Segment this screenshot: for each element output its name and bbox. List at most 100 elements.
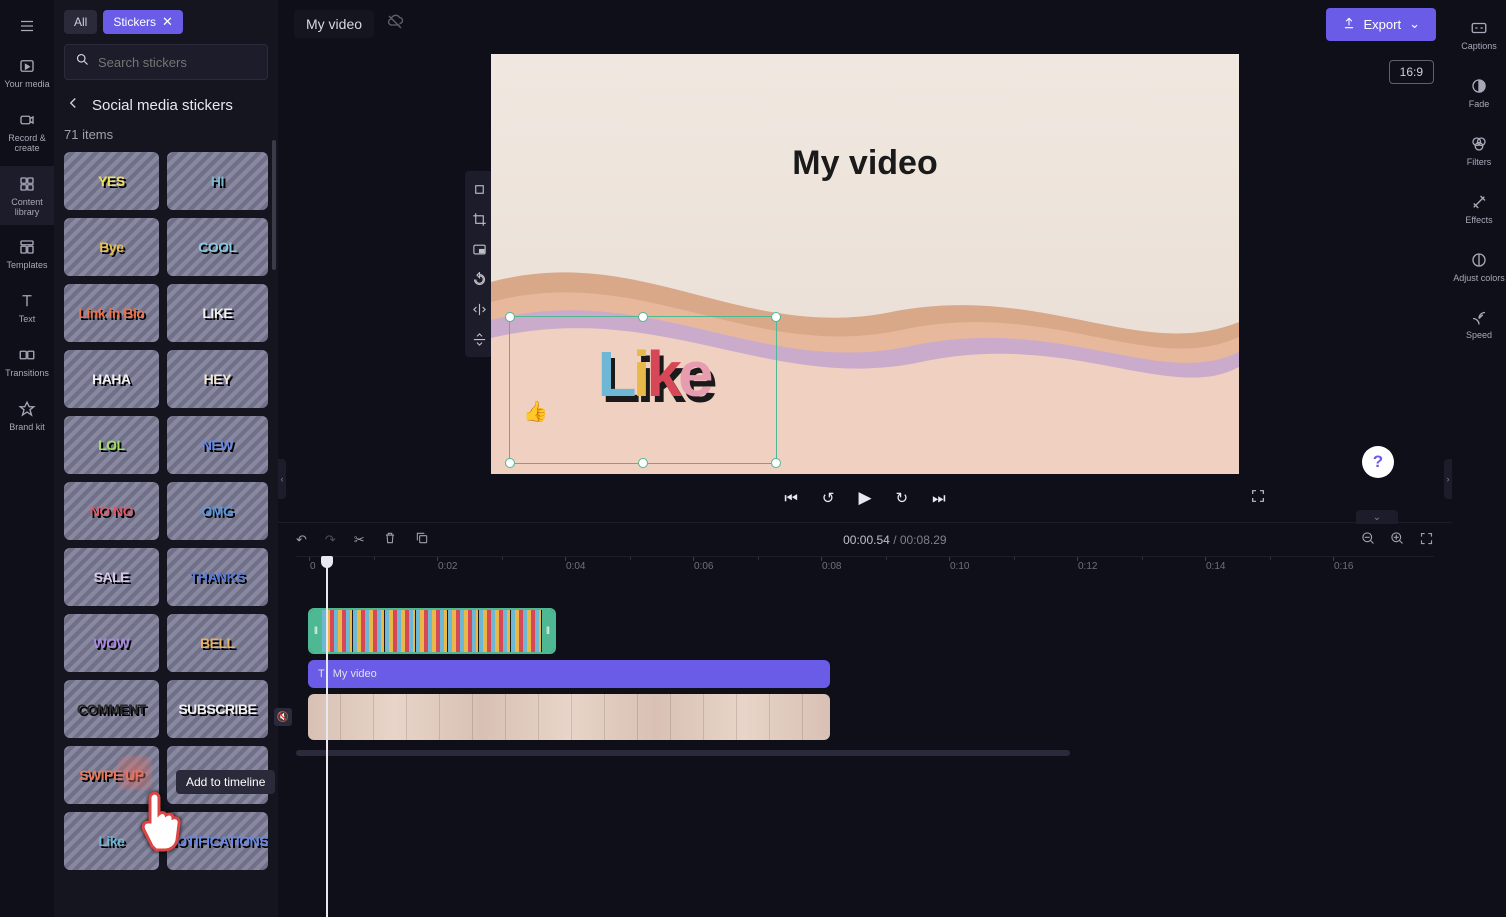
sticker-thumb[interactable]: HAHA (64, 350, 159, 408)
chip-stickers[interactable]: Stickers ✕ (103, 10, 183, 34)
sticker-thumb[interactable]: BELL (167, 614, 268, 672)
sticker-thumb[interactable]: YES (64, 152, 159, 210)
crop-fill-icon[interactable] (469, 179, 489, 199)
hamburger-icon (17, 16, 37, 36)
sticker-thumb[interactable]: SALE (64, 548, 159, 606)
ruler-tick: 0:10 (950, 561, 969, 572)
sticker-thumb[interactable]: HEY (167, 350, 268, 408)
fullscreen-button[interactable] (1250, 488, 1266, 509)
sticker-thumb[interactable]: Like (64, 812, 159, 870)
undo-button[interactable]: ↶ (296, 532, 307, 548)
nav-text[interactable]: Text (0, 283, 54, 333)
nav-label: Text (19, 315, 36, 325)
prop-adjust-colors[interactable]: Adjust colors (1452, 240, 1506, 294)
sticker-thumb[interactable]: Link in Bio (64, 284, 159, 342)
zoom-out-button[interactable] (1361, 531, 1376, 549)
crop-icon[interactable] (469, 209, 489, 229)
nav-content-library[interactable]: Content library (0, 166, 54, 226)
mute-button[interactable]: 🔇 (274, 708, 292, 726)
forward-button[interactable]: ↻ (896, 489, 909, 507)
zoom-in-button[interactable] (1390, 531, 1405, 549)
sticker-thumb[interactable]: COOL (167, 218, 268, 276)
resize-handle-bl[interactable] (505, 458, 515, 468)
filters-icon (1469, 134, 1489, 154)
collapse-preview-button[interactable]: ⌄ (1356, 510, 1398, 524)
play-button[interactable]: ▶ (858, 488, 871, 508)
help-button[interactable]: ? (1362, 446, 1394, 478)
clip-handle-left[interactable]: ‖ (310, 610, 322, 652)
sticker-thumb[interactable]: NO NO (64, 482, 159, 540)
resize-handle-br[interactable] (771, 458, 781, 468)
prop-speed[interactable]: Speed (1452, 297, 1506, 351)
back-arrow-icon[interactable] (64, 94, 82, 117)
cloud-sync-off-icon[interactable] (386, 13, 404, 36)
rotate-icon[interactable] (469, 269, 489, 289)
text-clip[interactable]: T My video (308, 660, 830, 688)
captions-icon (1469, 18, 1489, 38)
scrollbar-thumb[interactable] (296, 750, 1070, 756)
video-track[interactable]: 🔇 (296, 694, 1434, 740)
flip-vertical-icon[interactable] (469, 329, 489, 349)
sticker-thumb[interactable]: NOTIFICATIONS (167, 812, 268, 870)
playback-controls: ⏮ ↺ ▶ ↻ ⏭ ? ⌄ (278, 474, 1452, 522)
menu-button[interactable] (0, 8, 54, 44)
prop-filters[interactable]: Filters (1452, 124, 1506, 178)
nav-record-create[interactable]: Record & create (0, 102, 54, 162)
sticker-thumb[interactable]: SUBSCRIBE (167, 680, 268, 738)
selection-box[interactable] (509, 316, 777, 464)
timeline-scrollbar[interactable] (296, 750, 1434, 756)
sticker-thumb[interactable]: WOW (64, 614, 159, 672)
prop-label: Adjust colors (1453, 274, 1505, 284)
resize-handle-tr[interactable] (771, 312, 781, 322)
nav-transitions[interactable]: Transitions (0, 337, 54, 387)
preview-canvas[interactable]: My video 👍 Like (491, 54, 1239, 474)
sticker-thumb[interactable]: LIKE (167, 284, 268, 342)
sticker-clip[interactable]: ‖ ‖ (308, 608, 556, 654)
nav-brand-kit[interactable]: Brand kit (0, 391, 54, 441)
playhead-grip[interactable] (321, 556, 333, 568)
sticker-track[interactable]: ‖ ‖ (296, 608, 1434, 654)
search-icon (75, 52, 90, 72)
sticker-thumb[interactable]: THANKS (167, 548, 268, 606)
sticker-thumb[interactable]: COMMENT (64, 680, 159, 738)
nav-your-media[interactable]: Your media (0, 48, 54, 98)
sticker-thumb[interactable]: HI (167, 152, 268, 210)
timeline[interactable]: 00:020:040:060:080:100:120:140:16 ‖ ‖ T … (278, 556, 1452, 917)
resize-handle-bm[interactable] (638, 458, 648, 468)
scrollbar-vertical[interactable] (272, 140, 276, 270)
sticker-thumb[interactable]: OMG (167, 482, 268, 540)
resize-handle-tm[interactable] (638, 312, 648, 322)
clip-handle-right[interactable]: ‖ (542, 610, 554, 652)
skip-end-button[interactable]: ⏭ (932, 490, 946, 507)
sticker-thumb[interactable]: LOL (64, 416, 159, 474)
chip-label: Stickers (113, 15, 156, 29)
redo-button[interactable]: ↷ (325, 532, 336, 548)
skip-start-button[interactable]: ⏮ (784, 490, 798, 507)
close-icon[interactable]: ✕ (162, 14, 173, 30)
resize-handle-tl[interactable] (505, 312, 515, 322)
duplicate-button[interactable] (415, 531, 429, 548)
search-input-wrap[interactable] (64, 44, 268, 80)
sticker-thumb[interactable]: NEW (167, 416, 268, 474)
project-title-input[interactable]: My video (294, 10, 374, 38)
delete-button[interactable] (383, 531, 397, 548)
rewind-button[interactable]: ↺ (822, 489, 835, 507)
prop-fade[interactable]: Fade (1452, 66, 1506, 120)
nav-templates[interactable]: Templates (0, 229, 54, 279)
video-clip[interactable] (308, 694, 830, 740)
text-track[interactable]: T My video (296, 660, 1434, 688)
sticker-thumb[interactable]: Bye (64, 218, 159, 276)
pip-icon[interactable] (469, 239, 489, 259)
playhead[interactable] (326, 556, 328, 917)
search-input[interactable] (98, 55, 274, 70)
chip-all[interactable]: All (64, 10, 97, 34)
split-button[interactable]: ✂ (354, 532, 365, 548)
flip-horizontal-icon[interactable] (469, 299, 489, 319)
fit-timeline-button[interactable] (1419, 531, 1434, 549)
export-button[interactable]: Export ⌄ (1326, 8, 1436, 41)
right-panel-collapse-button[interactable]: › (1444, 459, 1452, 499)
prop-captions[interactable]: Captions (1452, 8, 1506, 62)
timeline-ruler[interactable]: 00:020:040:060:080:100:120:140:16 (296, 556, 1434, 578)
main-area: My video Export ⌄ 16:9 (278, 0, 1452, 917)
prop-effects[interactable]: Effects (1452, 182, 1506, 236)
